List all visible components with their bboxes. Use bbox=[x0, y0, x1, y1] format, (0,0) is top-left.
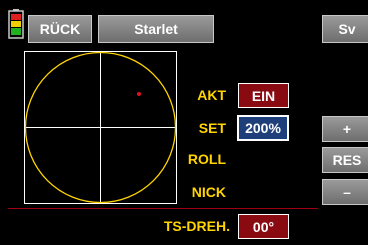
minus-label: – bbox=[343, 184, 351, 200]
akt-label: AKT bbox=[197, 87, 226, 103]
ts-dreh-value: 00° bbox=[252, 218, 275, 235]
position-marker bbox=[137, 92, 141, 96]
model-name-button[interactable]: Starlet bbox=[98, 15, 214, 43]
ts-dreh-label: TS-DREH. bbox=[163, 218, 230, 234]
back-button[interactable]: RÜCK bbox=[28, 15, 92, 43]
plus-label: + bbox=[342, 121, 352, 137]
swashplate-gauge bbox=[24, 51, 177, 204]
back-button-label: RÜCK bbox=[39, 21, 81, 37]
set-label: SET bbox=[198, 120, 226, 136]
footer-divider bbox=[8, 208, 318, 209]
battery-icon bbox=[8, 9, 24, 39]
reset-button[interactable]: RES bbox=[322, 147, 368, 173]
akt-value-button[interactable]: EIN bbox=[238, 83, 289, 108]
model-name-label: Starlet bbox=[134, 21, 178, 37]
plus-button[interactable]: + bbox=[322, 116, 368, 142]
akt-value: EIN bbox=[251, 87, 276, 104]
ts-dreh-value-button[interactable]: 00° bbox=[238, 214, 289, 239]
nick-label: NICK bbox=[191, 184, 226, 200]
save-button-label: Sv bbox=[338, 21, 356, 37]
save-button[interactable]: Sv bbox=[322, 15, 368, 43]
minus-button[interactable]: – bbox=[322, 179, 368, 205]
reset-label: RES bbox=[332, 152, 362, 168]
set-value: 200% bbox=[245, 120, 281, 136]
set-value-button[interactable]: 200% bbox=[237, 115, 289, 141]
roll-label: ROLL bbox=[187, 151, 226, 167]
